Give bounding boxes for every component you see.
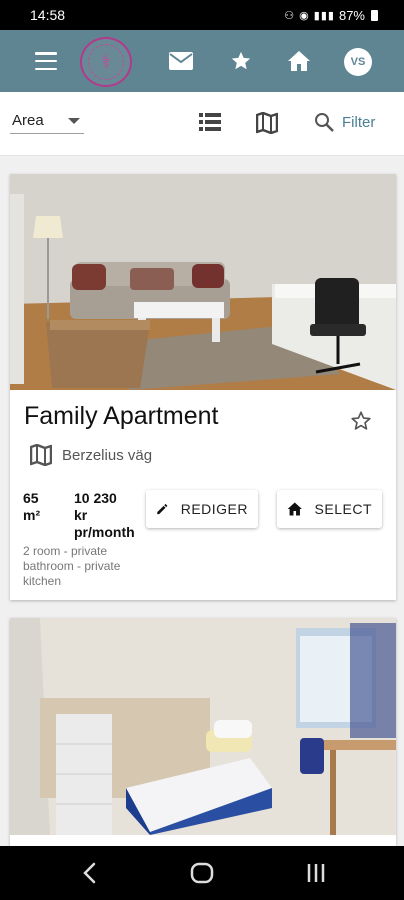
price-period: pr/month — [74, 524, 135, 540]
map-icon — [30, 444, 52, 466]
listing-photo[interactable] — [10, 174, 396, 390]
listing-photo[interactable] — [10, 618, 396, 835]
area-dropdown-label: Area — [12, 112, 44, 129]
favorite-star-icon[interactable] — [350, 410, 372, 437]
select-button[interactable]: SELECT — [277, 490, 382, 528]
listing-price: 10 230 kr pr/month — [74, 490, 154, 541]
map-view-icon[interactable] — [255, 111, 279, 139]
listing-size: 65 m² — [23, 490, 63, 524]
filter-toolbar: Area Filter — [0, 92, 404, 156]
listing-card[interactable] — [10, 618, 396, 858]
system-nav-bar — [0, 846, 404, 900]
edit-button-label: REDIGER — [180, 501, 248, 517]
list-view-icon[interactable] — [199, 112, 221, 137]
listing-title[interactable]: Family Apartment — [24, 402, 219, 431]
home-nav-icon[interactable] — [190, 861, 214, 890]
battery-icon — [371, 9, 378, 21]
listing-location[interactable]: Berzelius väg — [30, 444, 152, 466]
user-avatar[interactable]: VS — [344, 48, 372, 76]
status-bar: 14:58 ⚇ ◉ ▮▮▮ 87% — [0, 0, 404, 30]
university-logo[interactable]: ⚕ — [80, 37, 132, 87]
size-value: 65 — [23, 490, 39, 506]
size-unit: m² — [23, 507, 41, 523]
star-icon[interactable] — [228, 49, 254, 73]
price-value: 10 230 — [74, 490, 117, 506]
status-time: 14:58 — [30, 7, 66, 23]
filter-button[interactable]: Filter — [314, 112, 375, 132]
select-button-label: SELECT — [314, 501, 372, 517]
signal-icons: ⚇ ◉ ▮▮▮ — [284, 9, 335, 22]
recents-icon[interactable] — [304, 861, 328, 890]
listing-description: 2 room - private bathroom - private kitc… — [23, 544, 121, 588]
battery-level: 87% — [338, 7, 365, 23]
status-indicators: ⚇ ◉ ▮▮▮ 87% — [284, 8, 378, 23]
pencil-icon — [157, 503, 168, 515]
logo-emblem-icon: ⚕ — [88, 44, 124, 80]
home-icon[interactable] — [286, 49, 312, 73]
price-unit: kr — [74, 507, 88, 523]
chevron-down-icon — [68, 117, 80, 124]
menu-icon[interactable] — [35, 52, 57, 70]
edit-button[interactable]: REDIGER — [146, 490, 258, 528]
filter-label: Filter — [342, 113, 376, 131]
home-icon — [287, 502, 302, 516]
mail-icon[interactable] — [168, 49, 194, 73]
app-bar: ⚕ VS — [0, 30, 404, 92]
area-dropdown[interactable]: Area — [10, 108, 84, 134]
search-icon — [315, 113, 334, 132]
back-icon[interactable] — [80, 861, 100, 890]
location-text: Berzelius väg — [62, 446, 153, 464]
listing-card[interactable]: Family Apartment Berzelius väg 65 m² 10 … — [10, 174, 396, 600]
